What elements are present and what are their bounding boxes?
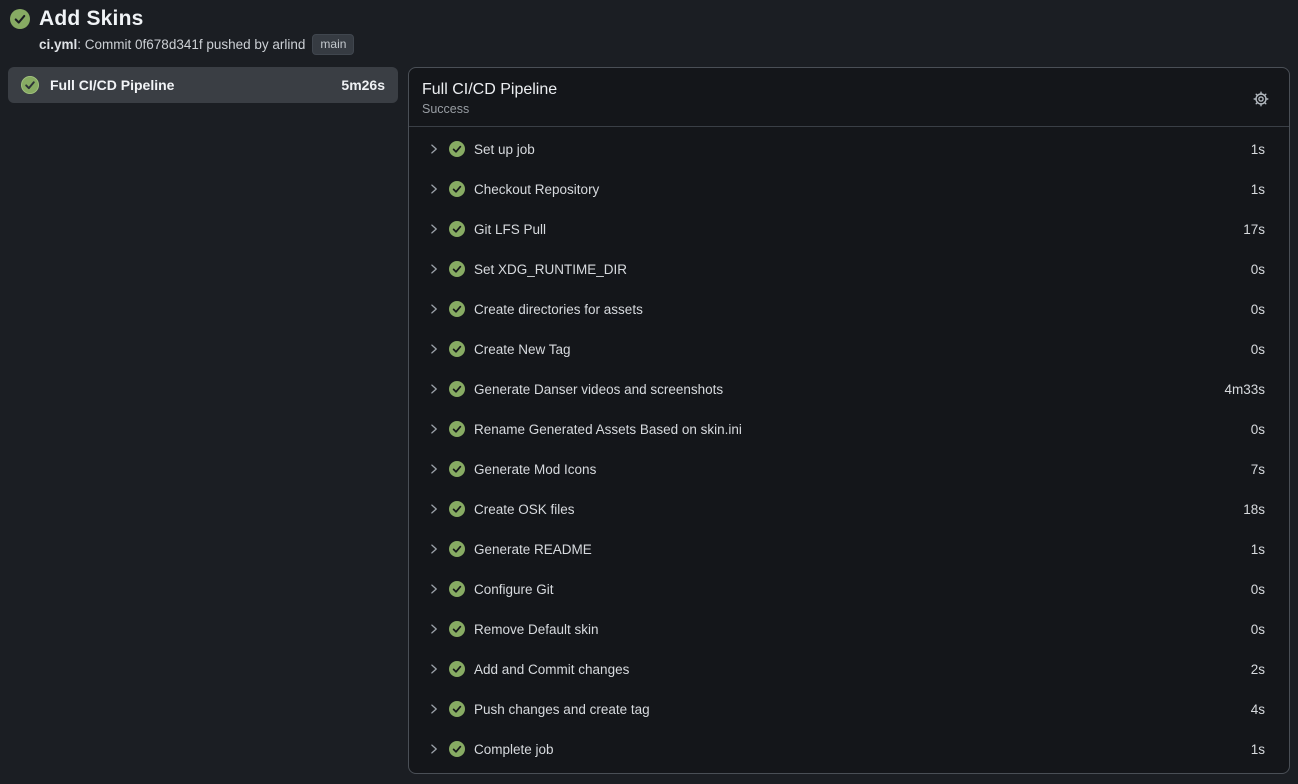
check-circle-icon: [449, 421, 465, 437]
step-duration: 0s: [1251, 622, 1265, 637]
step-row[interactable]: Create New Tag 0s: [409, 329, 1289, 369]
step-label: Set up job: [474, 142, 1242, 157]
run-title: Add Skins: [39, 7, 143, 31]
step-row[interactable]: Create directories for assets 0s: [409, 289, 1289, 329]
check-circle-icon: [449, 181, 465, 197]
jobs-sidebar: Full CI/CD Pipeline 5m26s: [8, 67, 398, 103]
step-row[interactable]: Add and Commit changes 2s: [409, 649, 1289, 689]
step-row[interactable]: Generate README 1s: [409, 529, 1289, 569]
step-label: Remove Default skin: [474, 622, 1242, 637]
step-duration: 4s: [1251, 702, 1265, 717]
step-row[interactable]: Set XDG_RUNTIME_DIR 0s: [409, 249, 1289, 289]
check-circle-icon: [449, 261, 465, 277]
check-circle-icon: [10, 9, 30, 29]
check-circle-icon: [449, 621, 465, 637]
check-circle-icon: [449, 741, 465, 757]
step-row[interactable]: Set up job 1s: [409, 129, 1289, 169]
chevron-right-icon[interactable]: [428, 183, 440, 195]
check-circle-icon: [449, 301, 465, 317]
chevron-right-icon[interactable]: [428, 343, 440, 355]
chevron-right-icon[interactable]: [428, 223, 440, 235]
check-circle-icon: [449, 221, 465, 237]
step-row[interactable]: Push changes and create tag 4s: [409, 689, 1289, 729]
steps-list: Set up job 1s Checkout Repository 1s: [409, 127, 1289, 773]
chevron-right-icon[interactable]: [428, 583, 440, 595]
check-circle-icon: [449, 141, 465, 157]
check-circle-icon: [449, 701, 465, 717]
step-label: Generate Danser videos and screenshots: [474, 382, 1215, 397]
step-row[interactable]: Complete job 1s: [409, 729, 1289, 769]
step-label: Git LFS Pull: [474, 222, 1234, 237]
step-duration: 1s: [1251, 542, 1265, 557]
run-header: Add Skins ci.yml: Commit 0f678d341f push…: [0, 0, 1298, 63]
step-label: Checkout Repository: [474, 182, 1242, 197]
step-label: Push changes and create tag: [474, 702, 1242, 717]
step-duration: 0s: [1251, 342, 1265, 357]
run-subtitle: ci.yml: Commit 0f678d341f pushed by arli…: [39, 34, 1288, 55]
step-row[interactable]: Remove Default skin 0s: [409, 609, 1289, 649]
step-row[interactable]: Git LFS Pull 17s: [409, 209, 1289, 249]
chevron-right-icon[interactable]: [428, 263, 440, 275]
step-duration: 1s: [1251, 142, 1265, 157]
job-detail-panel: Full CI/CD Pipeline Success: [408, 67, 1290, 774]
step-row[interactable]: Rename Generated Assets Based on skin.in…: [409, 409, 1289, 449]
chevron-right-icon[interactable]: [428, 303, 440, 315]
step-row[interactable]: Configure Git 0s: [409, 569, 1289, 609]
step-duration: 1s: [1251, 742, 1265, 757]
step-duration: 4m33s: [1224, 382, 1265, 397]
step-duration: 2s: [1251, 662, 1265, 677]
chevron-right-icon[interactable]: [428, 623, 440, 635]
step-duration: 0s: [1251, 582, 1265, 597]
check-circle-icon: [449, 581, 465, 597]
commit-text: : Commit 0f678d341f pushed by arlind: [77, 37, 305, 52]
step-duration: 1s: [1251, 182, 1265, 197]
check-circle-icon: [449, 341, 465, 357]
job-panel-header: Full CI/CD Pipeline Success: [409, 68, 1289, 127]
job-name: Full CI/CD Pipeline: [50, 77, 330, 93]
chevron-right-icon[interactable]: [428, 383, 440, 395]
branch-badge[interactable]: main: [312, 34, 354, 55]
step-row[interactable]: Generate Mod Icons 7s: [409, 449, 1289, 489]
step-label: Generate README: [474, 542, 1242, 557]
job-status-text: Success: [422, 102, 557, 116]
check-circle-icon: [449, 501, 465, 517]
step-duration: 18s: [1243, 502, 1265, 517]
chevron-right-icon[interactable]: [428, 143, 440, 155]
check-circle-icon: [21, 76, 39, 94]
job-card-full-cicd-pipeline[interactable]: Full CI/CD Pipeline 5m26s: [8, 67, 398, 103]
step-duration: 7s: [1251, 462, 1265, 477]
job-duration: 5m26s: [341, 77, 385, 93]
chevron-right-icon[interactable]: [428, 663, 440, 675]
chevron-right-icon[interactable]: [428, 423, 440, 435]
step-row[interactable]: Generate Danser videos and screenshots 4…: [409, 369, 1289, 409]
step-duration: 0s: [1251, 262, 1265, 277]
gear-icon[interactable]: [1249, 87, 1273, 111]
chevron-right-icon[interactable]: [428, 743, 440, 755]
step-label: Create OSK files: [474, 502, 1234, 517]
job-panel-title: Full CI/CD Pipeline: [422, 81, 557, 99]
step-label: Complete job: [474, 742, 1242, 757]
workflow-file: ci.yml: [39, 37, 77, 52]
step-label: Generate Mod Icons: [474, 462, 1242, 477]
check-circle-icon: [449, 541, 465, 557]
chevron-right-icon[interactable]: [428, 503, 440, 515]
step-row[interactable]: Checkout Repository 1s: [409, 169, 1289, 209]
step-duration: 0s: [1251, 422, 1265, 437]
check-circle-icon: [449, 381, 465, 397]
chevron-right-icon[interactable]: [428, 463, 440, 475]
step-duration: 0s: [1251, 302, 1265, 317]
step-label: Add and Commit changes: [474, 662, 1242, 677]
step-label: Configure Git: [474, 582, 1242, 597]
check-circle-icon: [449, 461, 465, 477]
step-label: Create directories for assets: [474, 302, 1242, 317]
step-duration: 17s: [1243, 222, 1265, 237]
chevron-right-icon[interactable]: [428, 543, 440, 555]
check-circle-icon: [449, 661, 465, 677]
step-label: Rename Generated Assets Based on skin.in…: [474, 422, 1242, 437]
chevron-right-icon[interactable]: [428, 703, 440, 715]
step-row[interactable]: Create OSK files 18s: [409, 489, 1289, 529]
step-label: Create New Tag: [474, 342, 1242, 357]
step-label: Set XDG_RUNTIME_DIR: [474, 262, 1242, 277]
